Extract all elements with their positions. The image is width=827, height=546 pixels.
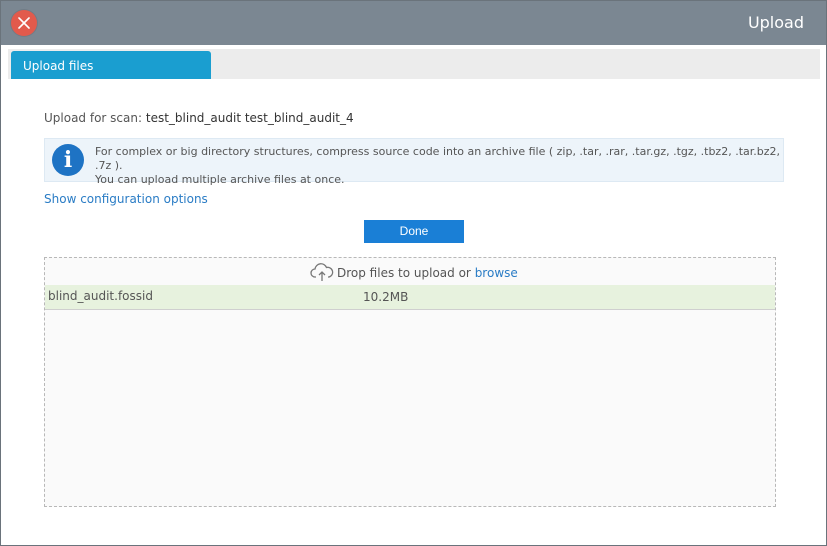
title-bar: Upload — [1, 1, 826, 45]
cloud-upload-icon — [310, 263, 334, 281]
info-icon: i — [52, 144, 84, 176]
info-text: For complex or big directory structures,… — [95, 145, 785, 187]
scan-label: Upload for scan: — [44, 111, 143, 125]
dialog-title: Upload — [747, 13, 804, 32]
file-name: blind_audit.fossid — [48, 289, 153, 303]
info-line-2: You can upload multiple archive files at… — [95, 173, 345, 186]
scan-info: Upload for scan: test_blind_audit test_b… — [44, 111, 354, 125]
upload-dialog: Upload Upload files Upload for scan: tes… — [0, 0, 827, 546]
close-button[interactable] — [11, 10, 37, 36]
drop-hint-text: Drop files to upload or — [337, 266, 471, 280]
tab-upload-files[interactable]: Upload files — [11, 51, 211, 79]
info-line-1: For complex or big directory structures,… — [95, 145, 781, 172]
info-box: i For complex or big directory structure… — [44, 138, 784, 186]
browse-link[interactable]: browse — [475, 266, 518, 280]
close-icon — [18, 17, 30, 29]
drop-hint: Drop files to upload or browse — [310, 262, 518, 282]
show-config-link[interactable]: Show configuration options — [44, 192, 208, 206]
file-size: 10.2MB — [363, 290, 409, 304]
drop-zone[interactable]: Drop files to upload or browse blind_aud… — [44, 257, 776, 507]
tab-bar: Upload files — [8, 49, 820, 79]
file-row[interactable]: blind_audit.fossid 10.2MB — [45, 285, 775, 310]
scan-name: test_blind_audit test_blind_audit_4 — [145, 111, 354, 125]
done-button[interactable]: Done — [364, 220, 464, 243]
